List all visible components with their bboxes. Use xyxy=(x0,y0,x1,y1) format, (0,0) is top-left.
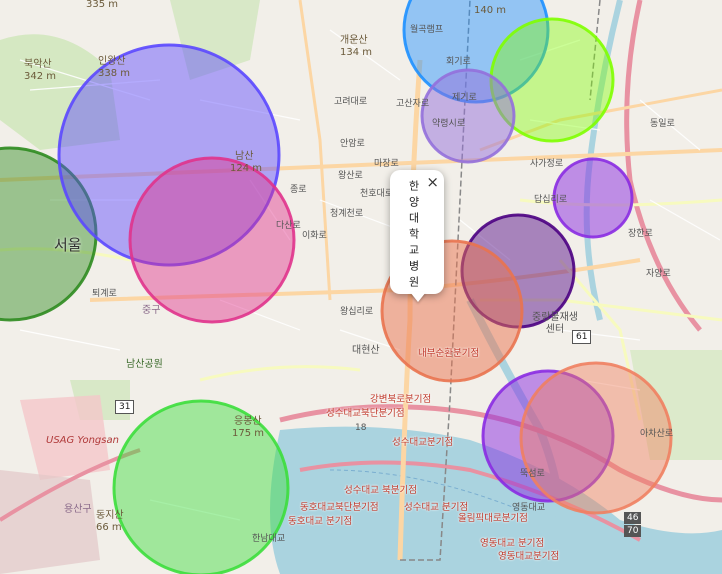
peak-name: 개운산 xyxy=(340,35,368,46)
peak-name: 동지산 xyxy=(96,510,124,521)
road-label: 아차산로 xyxy=(640,429,674,439)
junction-label: 성수대교북단분기점 xyxy=(326,408,405,419)
route-shield: 18 xyxy=(355,423,367,433)
district-label: 중구 xyxy=(142,305,161,316)
route-shield: 31 xyxy=(115,400,135,414)
road-label: 청계천로 xyxy=(330,209,364,219)
junction-label: 성수대교 분기점 xyxy=(404,502,469,513)
peak-name: 남산 xyxy=(235,151,254,162)
road-label: 왕산로 xyxy=(338,171,363,181)
road-label: 장한로 xyxy=(628,229,653,239)
junction-label: 영동대교 분기점 xyxy=(480,538,545,549)
route-shield: 70 xyxy=(624,525,642,537)
road-label: 답십리로 xyxy=(534,195,568,205)
road-label: 회기로 xyxy=(446,57,471,67)
road-label: 한남대교 xyxy=(252,534,286,544)
road-label: 다산로 xyxy=(276,221,301,231)
road-label: 천호대로 xyxy=(360,189,394,199)
peak-elevation: 338 m xyxy=(98,68,131,79)
road-label: 약령시로 xyxy=(432,119,466,129)
peak-name: 인왕산 xyxy=(98,56,126,67)
marker-popup: × 한양대학교병원 xyxy=(390,170,444,294)
road-label: 이화로 xyxy=(302,231,327,241)
elevation-label: 140 m xyxy=(474,5,507,16)
peak-name: 응봉산 xyxy=(234,416,262,427)
road-label: 자양로 xyxy=(646,269,671,279)
road-label: 뚝섬로 xyxy=(520,469,545,479)
junction-label: 동호대교북단분기점 xyxy=(300,502,379,513)
road-label: 안암로 xyxy=(340,139,365,149)
junction-label: 올림픽대로분기점 xyxy=(458,513,528,524)
peak-elevation: 342 m xyxy=(24,71,57,82)
route-shield: 46 xyxy=(624,512,642,524)
marker-circle[interactable] xyxy=(128,156,296,324)
elevation-label: 335 m xyxy=(86,0,119,10)
district-label: 용산구 xyxy=(64,504,92,515)
peak-elevation: 175 m xyxy=(232,428,265,439)
road-label: 월곡램프 xyxy=(410,25,444,35)
marker-circle[interactable] xyxy=(420,68,516,164)
route-shield: 61 xyxy=(572,330,592,344)
junction-label: 강변북로분기점 xyxy=(370,394,432,405)
park-label: 남산공원 xyxy=(126,359,163,370)
road-label: 종로 xyxy=(290,185,307,195)
road-label: 퇴계로 xyxy=(92,289,117,299)
road-label: 영동대교 xyxy=(512,503,546,513)
peak-elevation: 124 m xyxy=(230,163,263,174)
peak-name: 북악산 xyxy=(24,59,52,70)
road-label: 고려대로 xyxy=(334,97,368,107)
junction-label: 내부순환분기점 xyxy=(418,348,480,359)
city-label: 서울 xyxy=(54,236,82,254)
map-view[interactable]: 335 m 140 m 북악산 342 m 인왕산 338 m 개운산 134 … xyxy=(0,0,722,574)
road-label: 마장로 xyxy=(374,159,399,169)
junction-label: 동호대교 분기점 xyxy=(288,516,353,527)
road-label: 고산자로 xyxy=(396,99,430,109)
area-label: USAG Yongsan xyxy=(46,435,119,446)
road-label: 왕십리로 xyxy=(340,307,374,317)
popup-pointer xyxy=(410,292,426,302)
junction-label: 영동대교분기점 xyxy=(498,551,560,562)
peak-elevation: 134 m xyxy=(340,47,373,58)
popup-title: 한양대학교병원 xyxy=(407,180,420,292)
road-label: 사가정로 xyxy=(530,159,564,169)
area-label: 대현산 xyxy=(352,345,380,356)
junction-label: 성수대교분기점 xyxy=(392,437,454,448)
road-label: 제기로 xyxy=(452,93,477,103)
junction-label: 성수대교 북분기점 xyxy=(344,485,417,496)
road-label: 동일로 xyxy=(650,119,675,129)
peak-elevation: 66 m xyxy=(96,522,122,533)
